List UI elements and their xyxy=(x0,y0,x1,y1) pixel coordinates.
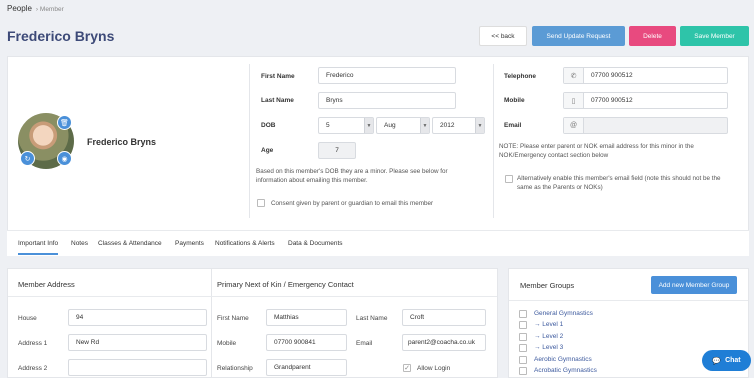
dob-label: DOB xyxy=(261,122,276,129)
tab-classes-attendance[interactable]: Classes & Attendance xyxy=(98,240,162,247)
group-item: → Level 1 xyxy=(534,321,564,328)
tab-notes[interactable]: Notes xyxy=(71,240,88,247)
dob-month-value: Aug xyxy=(384,122,396,129)
mobile-value: 07700 900512 xyxy=(591,97,633,104)
add-member-group-button[interactable]: Add new Member Group xyxy=(651,276,737,294)
group-checkbox[interactable] xyxy=(519,310,527,318)
camera-icon[interactable]: ◉ xyxy=(57,151,72,166)
tab-data-documents[interactable]: Data & Documents xyxy=(288,240,343,247)
chevron-down-icon: ▼ xyxy=(364,118,373,133)
group-item: General Gymnastics xyxy=(534,310,593,317)
minor-note: Based on this member's DOB they are a mi… xyxy=(256,168,448,184)
nok-last-name-label: Last Name xyxy=(356,315,388,322)
age-field: 7 xyxy=(318,142,356,159)
nok-first-name-field[interactable]: Matthias xyxy=(266,309,347,326)
tab-payments[interactable]: Payments xyxy=(175,240,204,247)
rotate-icon[interactable]: ↻ xyxy=(20,151,35,166)
alt-email-label: Alternatively enable this member's email… xyxy=(517,175,721,191)
mobile-label: Mobile xyxy=(504,97,525,104)
group-checkbox[interactable] xyxy=(519,344,527,352)
trash-icon[interactable]: 🗑 xyxy=(57,115,72,130)
chat-button[interactable]: 💬 Chat xyxy=(702,350,751,371)
chevron-down-icon: ▼ xyxy=(420,118,429,133)
consent-checkbox[interactable] xyxy=(257,199,265,207)
nok-mobile-field[interactable]: 07700 900841 xyxy=(266,334,347,351)
last-name-field[interactable]: Bryns xyxy=(318,92,456,109)
breadcrumb-current: › Member xyxy=(35,6,64,13)
page-title: Frederico Bryns xyxy=(7,28,115,44)
save-member-button[interactable]: Save Member xyxy=(680,26,749,46)
divider xyxy=(493,64,494,218)
at-icon: @ xyxy=(564,118,584,133)
telephone-value: 07700 900512 xyxy=(591,72,633,79)
address1-label: Address 1 xyxy=(18,340,48,347)
address1-field[interactable]: New Rd xyxy=(68,334,207,351)
house-field[interactable]: 94 xyxy=(68,309,207,326)
telephone-label: Telephone xyxy=(504,73,537,80)
house-label: House xyxy=(18,315,37,322)
divider xyxy=(509,300,748,301)
chat-bubble-icon: 💬 xyxy=(712,357,722,365)
send-update-request-button[interactable]: Send Update Request xyxy=(532,26,625,46)
tab-important-info[interactable]: Important Info xyxy=(18,240,59,255)
chat-label: Chat xyxy=(725,357,741,364)
member-name: Frederico Bryns xyxy=(87,137,157,147)
address2-label: Address 2 xyxy=(18,365,48,372)
nok-title: Primary Next of Kin / Emergency Contact xyxy=(217,280,354,289)
mobile-field[interactable]: ▯ 07700 900512 xyxy=(563,92,728,109)
nok-first-name-label: First Name xyxy=(217,315,249,322)
mobile-icon: ▯ xyxy=(564,93,584,108)
nok-mobile-label: Mobile xyxy=(217,340,237,347)
divider xyxy=(8,296,497,297)
dob-day-select[interactable]: 5 ▼ xyxy=(318,117,374,134)
email-note: NOTE: Please enter parent or NOK email a… xyxy=(499,143,694,159)
group-checkbox[interactable] xyxy=(519,356,527,364)
last-name-label: Last Name xyxy=(261,97,294,104)
group-checkbox[interactable] xyxy=(519,367,527,375)
divider xyxy=(249,64,250,218)
group-checkbox[interactable] xyxy=(519,321,527,329)
allow-login-label: Allow Login xyxy=(417,365,451,372)
alt-email-checkbox[interactable] xyxy=(505,175,513,183)
member-address-title: Member Address xyxy=(18,280,75,289)
dob-year-select[interactable]: 2012 ▼ xyxy=(432,117,485,134)
email-label: Email xyxy=(504,122,522,129)
breadcrumb: People › Member xyxy=(7,4,64,13)
dob-year-value: 2012 xyxy=(440,122,455,129)
member-groups-title: Member Groups xyxy=(520,281,575,290)
nok-relationship-field[interactable]: Grandparent xyxy=(266,359,347,376)
consent-label: Consent given by parent or guardian to e… xyxy=(271,200,434,207)
breadcrumb-root[interactable]: People xyxy=(7,4,32,13)
nok-email-label: Email xyxy=(356,340,373,347)
nok-relationship-label: Relationship xyxy=(217,365,253,372)
dob-month-select[interactable]: Aug ▼ xyxy=(376,117,430,134)
group-item: Aerobic Gymnastics xyxy=(534,356,592,363)
first-name-label: First Name xyxy=(261,73,295,80)
age-label: Age xyxy=(261,147,274,154)
telephone-field[interactable]: ✆ 07700 900512 xyxy=(563,67,728,84)
email-field: @ xyxy=(563,117,728,134)
back-button[interactable]: << back xyxy=(479,26,527,46)
group-item: → Level 3 xyxy=(534,344,564,351)
avatar: 🗑 ↻ ◉ xyxy=(18,113,74,169)
nok-email-field[interactable]: parent2@coacha.co.uk xyxy=(402,334,486,351)
dob-day-value: 5 xyxy=(326,122,330,129)
tab-notifications-alerts[interactable]: Notifications & Alerts xyxy=(215,240,275,247)
group-item: → Level 2 xyxy=(534,333,564,340)
allow-login-checkbox[interactable]: ✓ xyxy=(403,364,411,372)
delete-button[interactable]: Delete xyxy=(629,26,676,46)
phone-icon: ✆ xyxy=(564,68,584,83)
divider xyxy=(211,269,212,378)
first-name-field[interactable]: Frederico xyxy=(318,67,456,84)
group-checkbox[interactable] xyxy=(519,333,527,341)
address2-field[interactable] xyxy=(68,359,207,376)
chevron-down-icon: ▼ xyxy=(475,118,484,133)
group-item: Acrobatic Gymnastics xyxy=(534,367,597,374)
nok-last-name-field[interactable]: Croft xyxy=(402,309,486,326)
